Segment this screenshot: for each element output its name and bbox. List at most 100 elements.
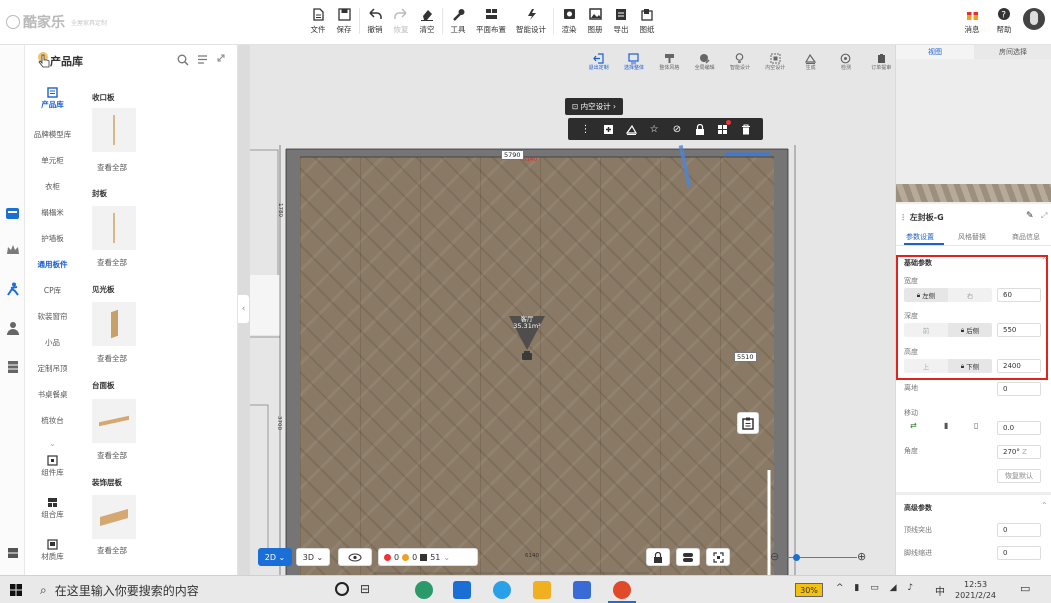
tab-room-select[interactable]: 房间选择 (974, 45, 1051, 59)
status-bar[interactable]: 0 0 51 ⌄ (378, 548, 478, 566)
zoom-handle[interactable] (793, 554, 800, 561)
subtab-params[interactable]: 参数设置 (906, 232, 934, 242)
mini-preview[interactable] (896, 59, 1051, 204)
nav-item[interactable]: 定制吊顶 (25, 363, 80, 374)
layers-icon[interactable] (4, 545, 21, 560)
battery-indicator[interactable]: 30% (795, 583, 823, 597)
move-x-icon[interactable]: ⇄ (910, 421, 917, 430)
clipboard-button[interactable] (737, 412, 759, 434)
zoom-out-icon[interactable]: ⊖ (770, 550, 779, 563)
star-icon[interactable]: ☆ (648, 123, 660, 135)
fit-view-button[interactable] (706, 548, 730, 566)
subtab-product-info[interactable]: 商品信息 (1012, 232, 1040, 242)
product-thumb[interactable] (92, 206, 136, 250)
view-all-link[interactable]: 查看全部 (97, 162, 127, 173)
ime-indicator[interactable]: 中 (935, 583, 945, 598)
view-all-link[interactable]: 查看全部 (97, 353, 127, 364)
ie-icon[interactable] (493, 581, 511, 599)
product-thumb[interactable] (92, 399, 136, 443)
save-button[interactable]: 保存 (331, 6, 357, 38)
view-all-link[interactable]: 查看全部 (97, 545, 127, 556)
move-y-icon[interactable]: ▮ (944, 421, 948, 430)
view-2d-button[interactable]: 2D ⌄ (258, 548, 292, 566)
nav-item[interactable]: 护墙板 (25, 233, 80, 244)
zoom-slider[interactable] (787, 554, 857, 561)
add-copy-icon[interactable] (602, 123, 614, 135)
list-filter-icon[interactable] (197, 54, 208, 68)
product-thumb[interactable] (92, 495, 136, 539)
nav-item[interactable]: 衣柜 (25, 181, 80, 192)
move-input[interactable]: 0.0 (997, 421, 1041, 435)
system-clock[interactable]: 12:53 2021/2/24 (955, 579, 996, 601)
paint-icon[interactable] (625, 123, 637, 135)
nav-item[interactable]: 书桌餐桌 (25, 389, 80, 400)
nav-item-components[interactable]: 组件库 (25, 455, 80, 478)
chevron-up-icon[interactable]: ⌃ (1041, 501, 1048, 510)
zoom-in-icon[interactable]: ⊕ (857, 550, 866, 563)
person-run-icon[interactable] (4, 281, 21, 296)
collapse-panel-button[interactable]: ‹ (238, 294, 250, 324)
task-view-icon[interactable]: ⊟ (360, 582, 370, 596)
cabinet-icon[interactable] (4, 359, 21, 374)
top-protrusion-input[interactable]: 0 (997, 523, 1041, 537)
album-button[interactable]: 图册 (582, 6, 608, 38)
nav-item[interactable]: 榻榻米 (25, 207, 80, 218)
nav-item-materials[interactable]: 材质库 (25, 539, 80, 562)
offground-input[interactable]: 0 (997, 382, 1041, 396)
scroll-down-icon[interactable]: ⌄ (25, 439, 80, 448)
messages-button[interactable]: 消息 (959, 6, 985, 38)
redo-button[interactable]: 恢复 (388, 6, 414, 38)
tab-view[interactable]: 视图 (896, 45, 974, 59)
hide-icon[interactable]: ⊘ (671, 123, 683, 135)
user-icon[interactable] (4, 320, 21, 335)
avatar[interactable] (1023, 8, 1045, 30)
notification-icon[interactable]: ▭ (1020, 582, 1030, 595)
windows-start-icon[interactable] (10, 584, 22, 599)
product-thumb[interactable] (92, 302, 136, 346)
delete-icon[interactable] (740, 123, 752, 135)
nav-item[interactable]: 通用板件 (25, 259, 80, 270)
system-tray-icons[interactable]: ^ ▮ ▭ ◢ ♪ (836, 583, 917, 593)
drawing-button[interactable]: 图纸 (634, 6, 660, 38)
clear-button[interactable]: 清空 (414, 6, 440, 38)
crown-icon[interactable] (4, 242, 21, 257)
edge-icon[interactable] (415, 581, 433, 599)
drawer-icon[interactable] (4, 206, 21, 221)
foot-indent-input[interactable]: 0 (997, 546, 1041, 560)
view-all-link[interactable]: 查看全部 (97, 257, 127, 268)
nav-item-library[interactable]: 产品库 (25, 87, 80, 110)
export-button[interactable]: 导出 (608, 6, 634, 38)
reset-default-button[interactable]: 恢复默认 (997, 469, 1041, 483)
nav-item[interactable]: 品牌模型库 (25, 129, 80, 140)
dimension-right[interactable]: 5510 (734, 352, 757, 362)
file-explorer-icon[interactable] (533, 581, 551, 599)
expand-icon[interactable] (216, 53, 226, 66)
taskbar-search[interactable]: ⌕ 在这里输入你要搜索的内容 (40, 576, 310, 603)
edit-icon[interactable]: ✎ (1026, 211, 1034, 221)
lock-icon[interactable] (694, 123, 706, 135)
subtab-style-replace[interactable]: 风格替换 (958, 232, 986, 242)
chrome-icon[interactable] (613, 581, 631, 599)
undo-button[interactable]: 撤销 (362, 6, 388, 38)
dimension-top[interactable]: 5790 (501, 150, 524, 160)
file-button[interactable]: 文件 (305, 6, 331, 38)
tools-button[interactable]: 工具 (445, 6, 471, 38)
view-3d-button[interactable]: 3D ⌄ (296, 548, 330, 566)
angle-input[interactable]: 270° Z (997, 445, 1041, 459)
mail-icon[interactable] (453, 581, 471, 599)
lock-view-button[interactable] (646, 548, 670, 566)
nav-item-combos[interactable]: 组合库 (25, 497, 80, 520)
visibility-button[interactable] (338, 548, 372, 566)
floor-plan-button[interactable]: 平面布置 (471, 6, 511, 38)
layers-icon[interactable] (717, 120, 731, 135)
move-z-icon[interactable]: ▯ (974, 421, 978, 430)
camera-marker[interactable]: 客厅 35.31m² (509, 312, 545, 362)
expand-icon[interactable]: ⤢ (1041, 211, 1047, 221)
help-button[interactable]: ? 帮助 (991, 6, 1017, 38)
design-canvas[interactable]: 退出定制 选择整体 整体风格 全局编辑 智能设计 内空设计 生成 检测 订单提审… (250, 45, 895, 575)
inner-design-label[interactable]: ⊡ 内空设计 › (565, 98, 624, 115)
nav-item[interactable]: 小品 (25, 337, 80, 348)
nav-item[interactable]: 软装窗帘 (25, 311, 80, 322)
nav-item[interactable]: CP库 (25, 285, 80, 296)
smart-design-button[interactable]: 智能设计 (511, 6, 551, 38)
